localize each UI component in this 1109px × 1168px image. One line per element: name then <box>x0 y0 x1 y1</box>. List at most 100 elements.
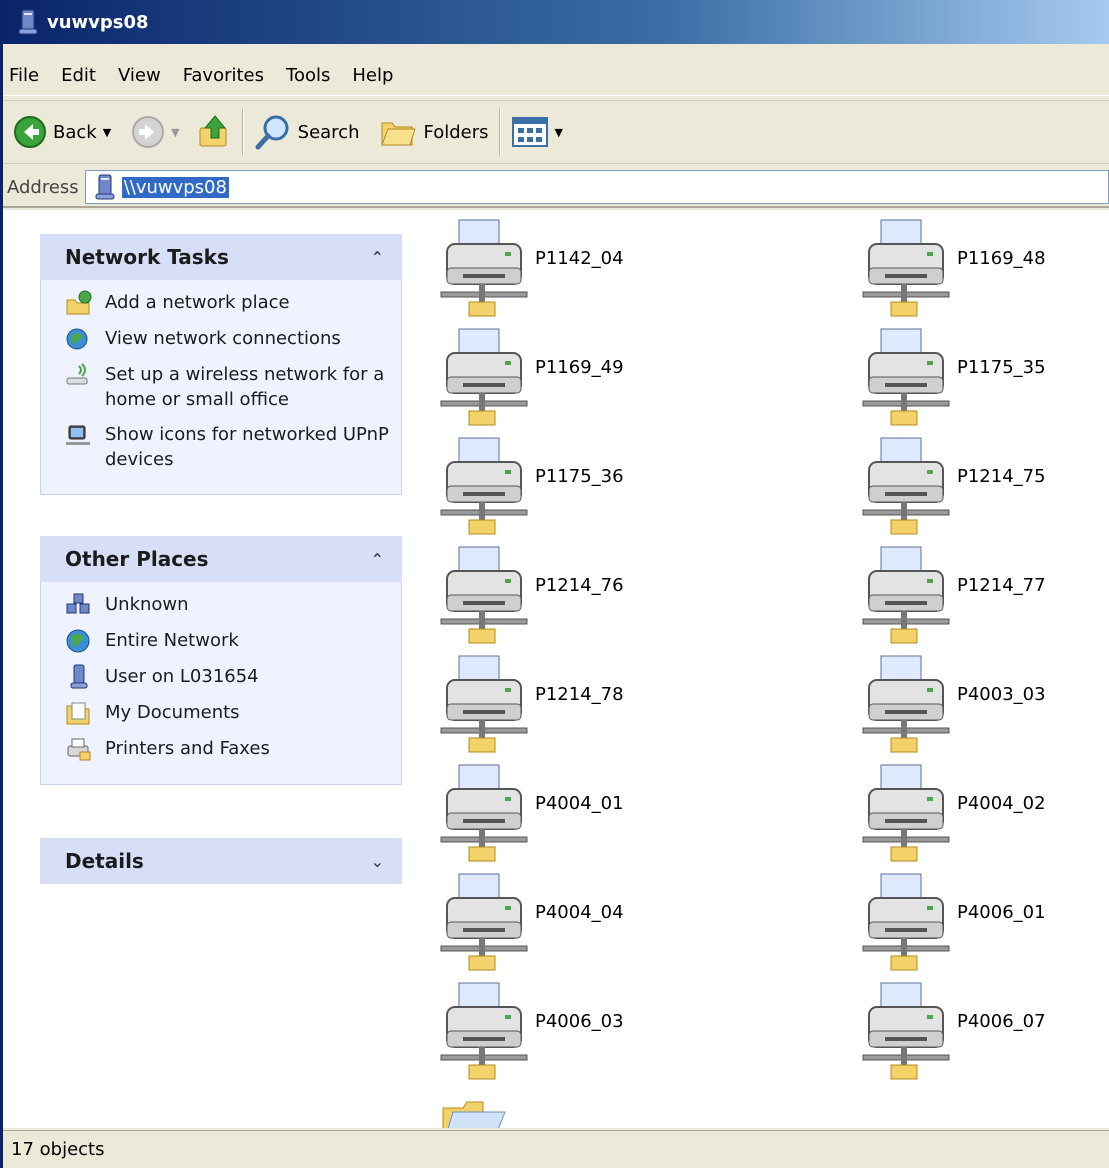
globe-icon <box>66 629 90 653</box>
forward-button[interactable]: ▼ <box>131 107 180 157</box>
place-label: Entire Network <box>105 630 239 651</box>
toolbar-separator <box>241 108 244 156</box>
server-icon <box>18 9 38 35</box>
expand-icon[interactable]: ⌄ <box>371 852 384 871</box>
network-connections-icon <box>66 328 88 350</box>
place-label: User on L031654 <box>105 666 259 687</box>
folder-icon[interactable] <box>439 1098 509 1128</box>
printer-name: P1214_77 <box>957 574 1046 596</box>
shared-printer-item[interactable]: P1169_49 <box>439 327 699 427</box>
network-printer-icon <box>440 873 528 971</box>
place-label: Printers and Faxes <box>105 738 270 759</box>
status-text: 17 objects <box>11 1139 105 1160</box>
documents-folder-icon <box>66 702 90 725</box>
shared-printer-item[interactable]: P1175_35 <box>861 327 1109 427</box>
shared-printer-item[interactable]: P1175_36 <box>439 436 699 536</box>
menu-tools[interactable]: Tools <box>275 65 341 86</box>
printer-name: P1175_36 <box>535 465 624 487</box>
folder-up-icon <box>199 115 227 147</box>
menu-edit[interactable]: Edit <box>50 65 107 86</box>
task-view-network-connections[interactable]: View network connections <box>65 326 401 352</box>
printer-name: P1214_76 <box>535 574 624 596</box>
computer-icon <box>70 664 88 689</box>
printers-icon <box>67 738 91 761</box>
task-label: Show icons for networked UPnP devices <box>105 424 389 470</box>
place-entire-network[interactable]: Entire Network <box>65 628 401 654</box>
network-printer-icon <box>862 219 950 317</box>
task-show-upnp[interactable]: Show icons for networked UPnP devices <box>65 422 401 472</box>
window-title: vuwvps08 <box>47 11 149 33</box>
place-my-documents[interactable]: My Documents <box>65 700 401 726</box>
shared-printer-item[interactable]: P1214_75 <box>861 436 1109 536</box>
shared-printer-item[interactable]: P1214_76 <box>439 545 699 645</box>
other-places-header[interactable]: Other Places ⌃ <box>40 536 402 582</box>
shared-printer-item[interactable]: P1214_78 <box>439 654 699 754</box>
shared-printer-item[interactable]: P1142_04 <box>439 218 699 318</box>
collapse-icon[interactable]: ⌃ <box>371 248 384 267</box>
task-setup-wireless[interactable]: Set up a wireless network for a home or … <box>65 362 401 412</box>
details-title: Details <box>65 849 144 873</box>
shared-printer-item[interactable]: P4004_01 <box>439 763 699 863</box>
search-label: Search <box>297 121 360 143</box>
network-printer-icon <box>440 437 528 535</box>
folders-button[interactable]: Folders <box>379 107 489 157</box>
printer-name: P4006_07 <box>957 1010 1046 1032</box>
menu-file[interactable]: File <box>3 65 50 86</box>
forward-dropdown-icon[interactable]: ▼ <box>171 126 179 139</box>
views-button[interactable]: ▼ <box>511 107 563 157</box>
network-printer-icon <box>862 437 950 535</box>
up-button[interactable] <box>198 107 232 157</box>
folders-icon <box>381 122 417 146</box>
printer-name: P1169_48 <box>957 247 1046 269</box>
address-value[interactable]: \\vuwvps08 <box>121 176 229 198</box>
back-label: Back <box>53 121 97 143</box>
menu-help[interactable]: Help <box>341 65 404 86</box>
shared-printer-item[interactable]: P1214_77 <box>861 545 1109 645</box>
search-button[interactable]: Search <box>254 107 360 157</box>
folders-label: Folders <box>423 121 489 143</box>
back-dropdown-icon[interactable]: ▼ <box>103 126 111 139</box>
printer-name: P1142_04 <box>535 247 624 269</box>
place-user-computer[interactable]: User on L031654 <box>65 664 401 690</box>
shared-printer-item[interactable]: P4004_04 <box>439 872 699 972</box>
title-bar[interactable]: vuwvps08 <box>3 0 1109 44</box>
shared-printer-item[interactable]: P1169_48 <box>861 218 1109 318</box>
views-dropdown-icon[interactable]: ▼ <box>555 126 563 139</box>
menu-bar: File Edit View Favorites Tools Help <box>3 56 1109 96</box>
shared-printer-item[interactable]: P4006_01 <box>861 872 1109 972</box>
collapse-icon[interactable]: ⌃ <box>371 550 384 569</box>
address-bar: Address \\vuwvps08 <box>3 168 1109 208</box>
network-tasks-body: Add a network place View network connect… <box>40 280 402 495</box>
network-printer-icon <box>440 546 528 644</box>
status-bar: 17 objects <box>3 1130 1109 1168</box>
toolbar: Back ▼ ▼ Search Folders ▼ <box>3 100 1109 164</box>
place-printers-faxes[interactable]: Printers and Faxes <box>65 736 401 762</box>
back-button[interactable]: Back ▼ <box>13 107 111 157</box>
network-printer-icon <box>862 546 950 644</box>
printer-name: P4006_03 <box>535 1010 624 1032</box>
place-unknown[interactable]: Unknown <box>65 592 401 618</box>
shared-printer-item[interactable]: P4003_03 <box>861 654 1109 754</box>
other-places-title: Other Places <box>65 547 209 571</box>
network-tasks-header[interactable]: Network Tasks ⌃ <box>40 234 402 280</box>
printer-name: P4004_02 <box>957 792 1046 814</box>
shared-printer-item[interactable]: P4006_07 <box>861 981 1109 1081</box>
shared-printer-item[interactable]: P4004_02 <box>861 763 1109 863</box>
wireless-network-icon <box>66 363 88 385</box>
network-printer-icon <box>440 219 528 317</box>
back-arrow-icon <box>14 116 46 148</box>
upnp-devices-icon <box>66 425 90 445</box>
task-add-network-place[interactable]: Add a network place <box>65 290 401 316</box>
other-places-body: Unknown Entire Network User on L031654 M… <box>40 582 402 785</box>
printer-name: P4004_01 <box>535 792 624 814</box>
search-icon <box>255 115 289 150</box>
menu-view[interactable]: View <box>107 65 172 86</box>
task-label: View network connections <box>105 328 341 349</box>
shared-printer-item[interactable]: P4006_03 <box>439 981 699 1081</box>
menu-favorites[interactable]: Favorites <box>172 65 275 86</box>
toolbar-separator <box>498 108 501 156</box>
network-printer-icon <box>440 655 528 753</box>
address-input[interactable]: \\vuwvps08 <box>84 170 1109 204</box>
details-header[interactable]: Details ⌄ <box>40 838 402 884</box>
network-tasks-title: Network Tasks <box>65 245 229 269</box>
